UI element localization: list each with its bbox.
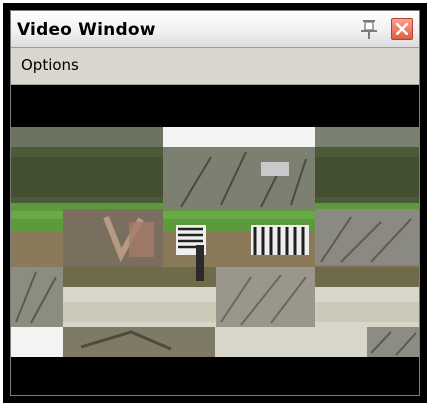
tile-bottom-right xyxy=(367,327,419,357)
shuffled-wildlife-scene xyxy=(11,127,419,357)
pin-icon[interactable] xyxy=(357,17,381,41)
window-body: Video Window Options xyxy=(10,10,420,396)
tile-antelope xyxy=(63,209,163,267)
zebra-2 xyxy=(251,225,309,255)
video-frame xyxy=(11,127,419,357)
tile-rocks xyxy=(216,267,315,327)
tile-branches-1 xyxy=(163,147,315,209)
menu-bar: Options xyxy=(11,48,419,85)
video-display[interactable] xyxy=(11,85,419,395)
menu-options[interactable]: Options xyxy=(21,56,79,74)
close-icon xyxy=(396,23,408,35)
window-title: Video Window xyxy=(17,20,156,40)
video-window: Video Window Options xyxy=(3,3,427,403)
tile-brush-right xyxy=(315,209,419,265)
title-bar[interactable]: Video Window xyxy=(11,11,419,48)
tile-row-1 xyxy=(11,127,419,147)
tile-bottom-left xyxy=(11,327,215,357)
tile-bush-left xyxy=(11,267,63,327)
close-button[interactable] xyxy=(391,18,413,40)
